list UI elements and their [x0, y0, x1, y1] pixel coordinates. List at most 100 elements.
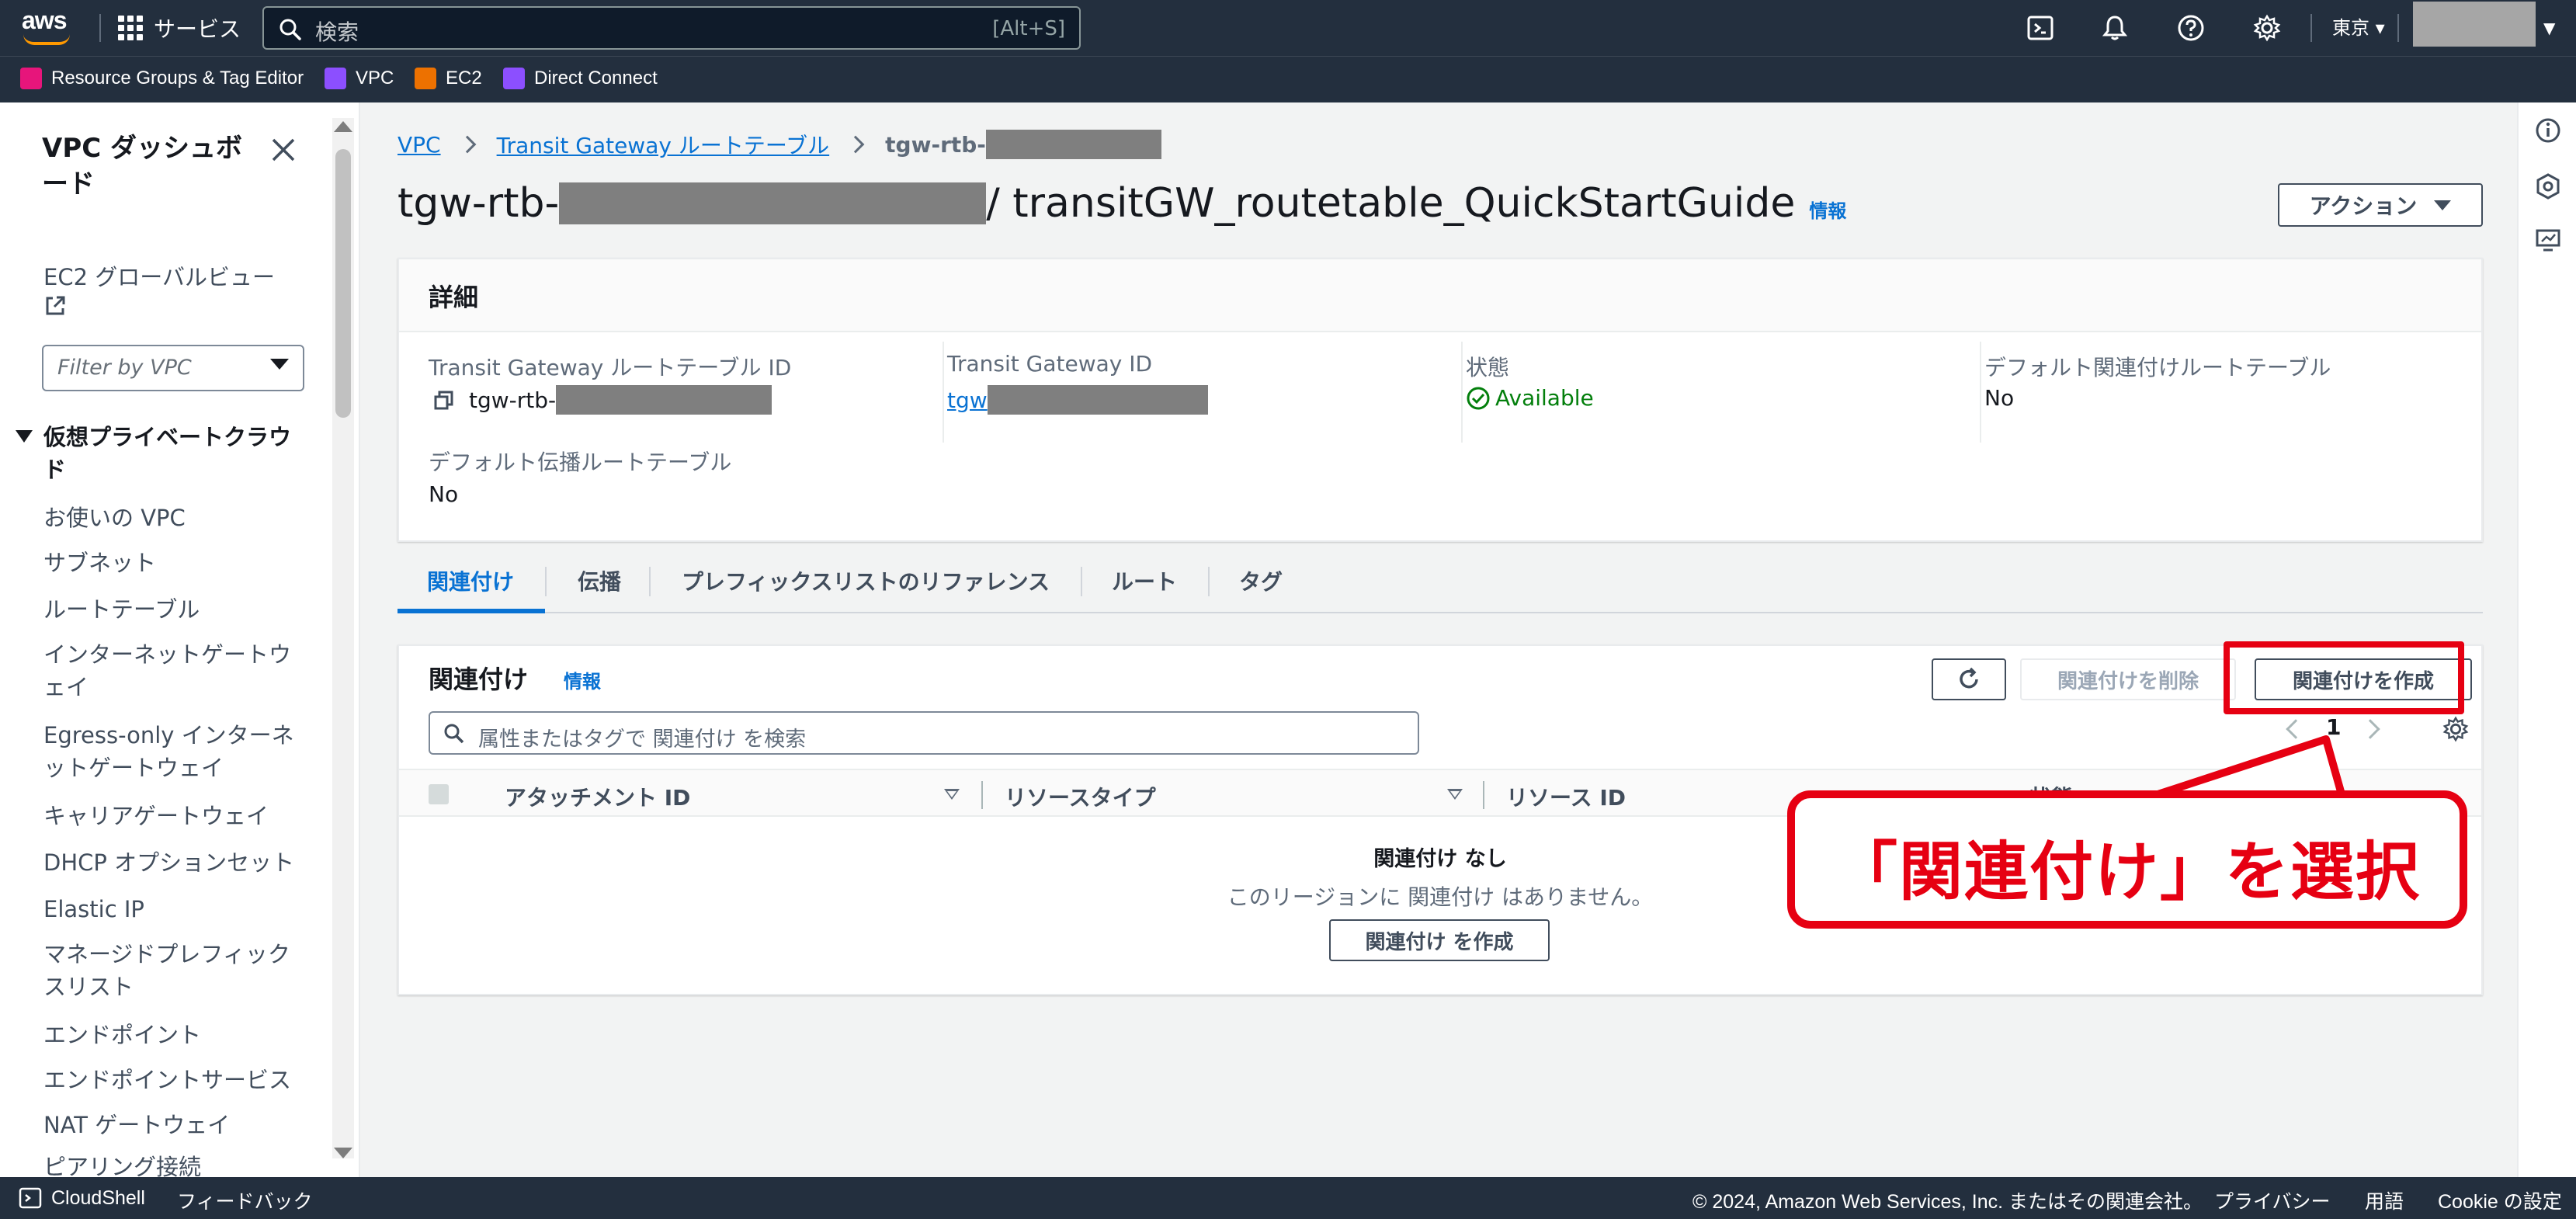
sidebar-item-endpoint-services[interactable]: エンドポイントサービス [43, 1064, 300, 1096]
preferences-gear-icon[interactable] [2442, 716, 2469, 742]
info-circle-icon[interactable] [2534, 116, 2562, 144]
refresh-button[interactable] [1932, 658, 2006, 700]
breadcrumb-tgw-route-tables-link[interactable]: Transit Gateway ルートテーブル [497, 129, 830, 160]
details-heading: 詳細 [429, 283, 479, 312]
info-link[interactable]: 情報 [564, 666, 601, 693]
favorite-ec2[interactable]: EC2 [415, 68, 482, 89]
chevron-right-icon [846, 135, 865, 154]
state-value: Available [1466, 385, 1594, 411]
cloudshell-button[interactable]: CloudShell [19, 1186, 145, 1210]
scroll-up-icon[interactable] [334, 121, 352, 132]
column-header-resource-id[interactable]: リソース ID [1506, 781, 1626, 812]
page-title-suffix: / transitGW_routetable_QuickStartGuide [986, 180, 1796, 227]
favorite-resource-groups[interactable]: Resource Groups & Tag Editor [20, 68, 304, 89]
route-table-id-text: tgw-rtb- [469, 387, 557, 413]
column-divider [1461, 342, 1463, 443]
tab-tags[interactable]: タグ [1239, 565, 1283, 596]
sidebar-title[interactable]: VPC ダッシュボード [42, 130, 267, 202]
field-label: Transit Gateway ID [947, 351, 1153, 377]
field-label: Transit Gateway ルートテーブル ID [429, 355, 792, 380]
cookie-settings-link[interactable]: Cookie の設定 [2438, 1186, 2562, 1214]
sidebar-item-nat-gateways[interactable]: NAT ゲートウェイ [43, 1109, 300, 1141]
bell-icon[interactable] [2101, 14, 2129, 42]
default-propagation-value: No [429, 481, 459, 507]
hexagon-settings-icon[interactable] [2534, 172, 2562, 200]
breadcrumb-current: tgw-rtb- [885, 131, 986, 158]
tab-routes[interactable]: ルート [1112, 565, 1177, 596]
aws-smile-icon [23, 34, 70, 45]
actions-label: アクション [2309, 193, 2418, 219]
breadcrumb-vpc-link[interactable]: VPC [398, 132, 441, 158]
sidebar-item-subnets[interactable]: サブネット [43, 547, 300, 579]
scroll-down-icon[interactable] [334, 1148, 352, 1158]
association-search-input[interactable]: 属性またはタグで 関連付け を検索 [429, 711, 1419, 755]
privacy-link[interactable]: プライバシー [2214, 1186, 2331, 1214]
delete-association-button[interactable]: 関連付けを削除 [2020, 658, 2236, 700]
services-menu-button[interactable]: サービス [118, 12, 241, 43]
sidebar-item-dhcp-options[interactable]: DHCP オプションセット [43, 846, 300, 879]
favorite-label: VPC [356, 68, 394, 89]
redacted-id [556, 385, 772, 415]
sidebar-item-ec2-global-view[interactable]: EC2 グローバルビュー [43, 261, 300, 326]
copy-icon[interactable] [433, 389, 455, 411]
aws-logo[interactable]: aws [22, 6, 71, 48]
sidebar-item-egress-only-igw[interactable]: Egress-only インターネットゲートウェイ [43, 719, 300, 784]
vpc-filter-select[interactable]: Filter by VPC [42, 345, 304, 391]
cloudshell-icon[interactable] [2026, 14, 2054, 42]
favorite-vpc[interactable]: VPC [325, 68, 394, 89]
favorite-label: Resource Groups & Tag Editor [51, 68, 304, 89]
sort-icon[interactable] [944, 789, 960, 800]
grid-icon [118, 16, 143, 40]
sidebar-item-route-tables[interactable]: ルートテーブル [43, 593, 300, 626]
account-caret-icon[interactable]: ▼ [2543, 19, 2555, 37]
tab-associations[interactable]: 関連付け [427, 565, 514, 596]
sort-icon[interactable] [1447, 789, 1463, 800]
column-divider [1980, 342, 1981, 443]
sidebar-item-peering-connections[interactable]: ピアリング接続 [43, 1151, 300, 1177]
refresh-icon [1960, 667, 1978, 689]
sidebar-scroll-thumb[interactable] [335, 149, 351, 418]
presentation-icon[interactable] [2534, 227, 2562, 255]
tab-separator [1208, 567, 1210, 596]
feedback-link[interactable]: フィードバック [177, 1186, 313, 1214]
breadcrumb: VPC Transit Gateway ルートテーブル tgw-rtb- [398, 129, 1161, 160]
sidebar-item-elastic-ip[interactable]: Elastic IP [43, 893, 300, 926]
tab-separator [649, 567, 651, 596]
tab-propagations[interactable]: 伝播 [578, 565, 621, 596]
check-circle-icon [1467, 387, 1490, 409]
sidebar-item-endpoints[interactable]: エンドポイント [43, 1019, 300, 1051]
sidebar-item-your-vpcs[interactable]: お使いの VPC [43, 502, 300, 534]
sidebar-item-label: EC2 グローバルビュー [43, 264, 275, 290]
sidebar-item-managed-prefix-lists[interactable]: マネージドプレフィックスリスト [43, 938, 300, 1003]
default-association-value: No [1984, 385, 2015, 411]
sidebar-item-internet-gateways[interactable]: インターネットゲートウェイ [43, 638, 300, 703]
select-all-checkbox[interactable] [429, 784, 449, 804]
column-divider [943, 342, 944, 443]
tab-prefix-list-references[interactable]: プレフィックスリストのリファレンス [682, 565, 1050, 596]
actions-dropdown-button[interactable]: アクション [2278, 183, 2483, 227]
highlight-create-association [2224, 641, 2464, 714]
global-search-input[interactable]: 検索 [Alt+S] [262, 6, 1081, 50]
terms-link[interactable]: 用語 [2365, 1186, 2404, 1214]
sidebar-item-carrier-gateways[interactable]: キャリアゲートウェイ [43, 800, 300, 832]
chevron-right-icon [458, 135, 476, 154]
nav-divider [99, 14, 101, 42]
top-navigation: aws サービス 検索 [Alt+S] 東京 ▾ ▼ [0, 0, 2576, 56]
column-header-attachment-id[interactable]: アタッチメント ID [505, 781, 690, 812]
close-icon[interactable] [270, 137, 297, 163]
help-icon[interactable] [2177, 14, 2205, 42]
column-header-resource-type[interactable]: リソースタイプ [1005, 781, 1156, 812]
region-selector[interactable]: 東京 ▾ [2332, 12, 2385, 40]
tgw-id-link[interactable]: tgw [947, 387, 988, 413]
sidebar-section-vpc[interactable]: 仮想プライベートクラウド [16, 421, 295, 486]
details-panel: 詳細 Transit Gateway ルートテーブル ID tgw-rtb- T… [398, 258, 2483, 542]
account-menu-redacted[interactable] [2413, 2, 2536, 47]
gear-icon[interactable] [2253, 14, 2281, 42]
info-link[interactable]: 情報 [1809, 196, 1846, 223]
favorite-direct-connect[interactable]: Direct Connect [503, 68, 658, 89]
details-panel-header: 詳細 [399, 259, 2481, 332]
empty-create-association-button[interactable]: 関連付け を作成 [1329, 919, 1550, 961]
caret-down-icon [16, 430, 33, 443]
favorite-label: EC2 [446, 68, 482, 89]
search-icon [279, 19, 301, 40]
